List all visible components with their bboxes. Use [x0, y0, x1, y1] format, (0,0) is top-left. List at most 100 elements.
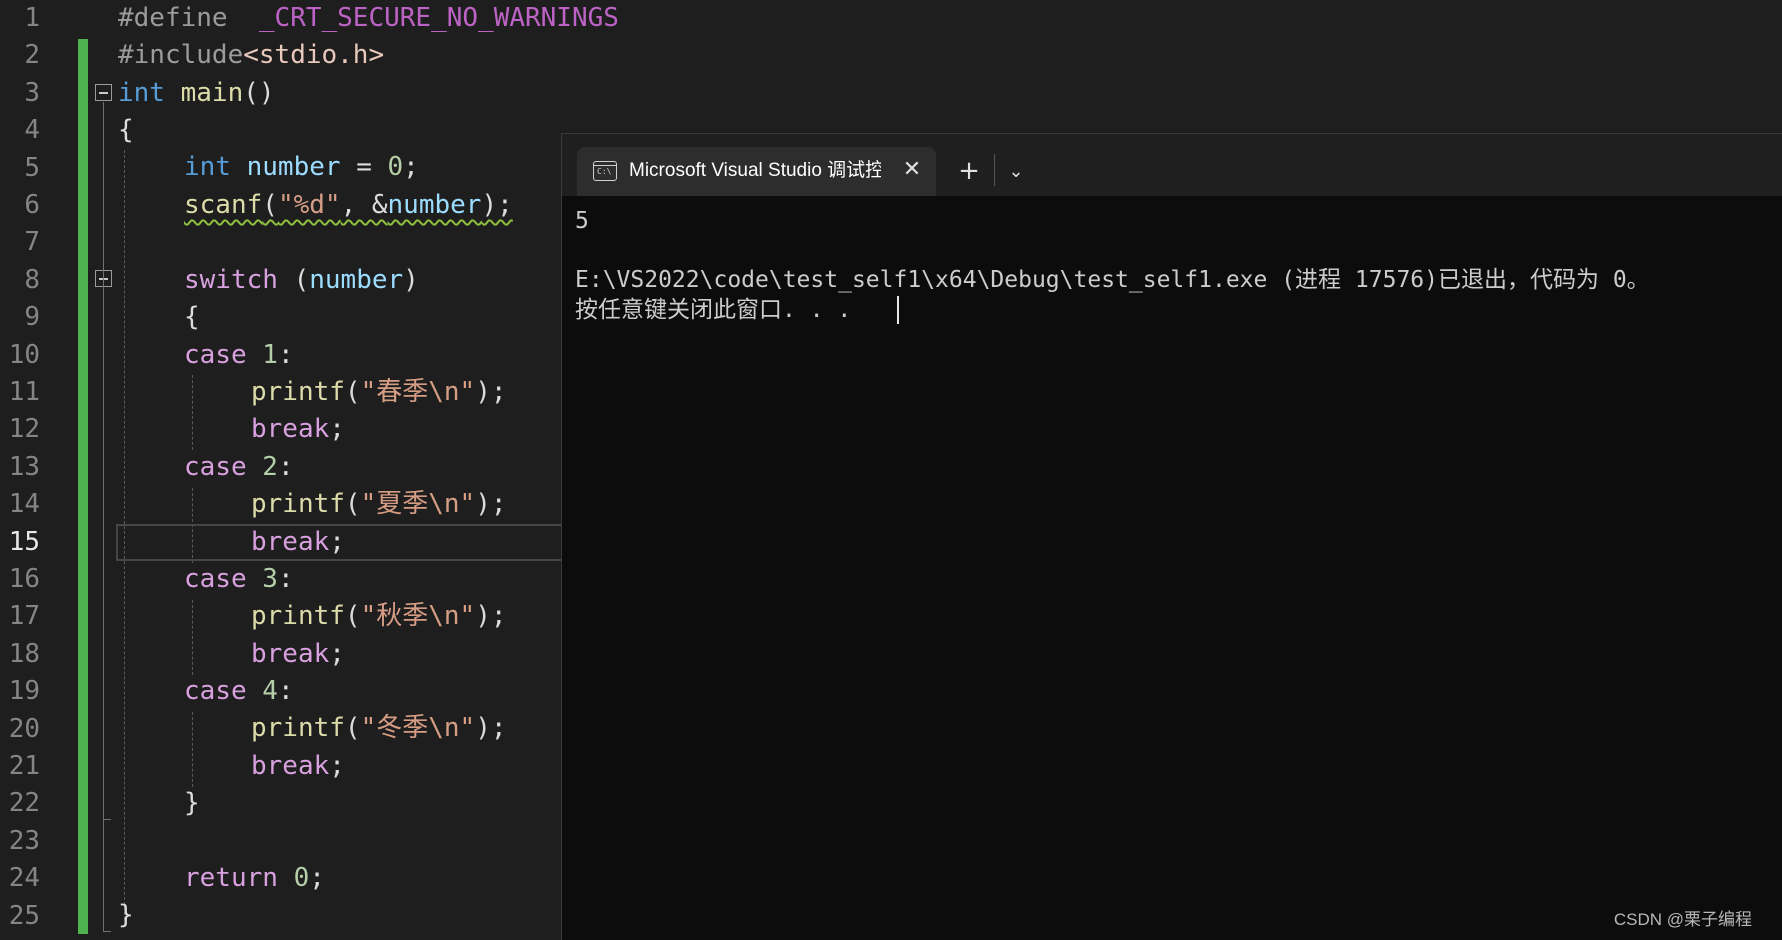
close-icon[interactable]: ✕ [899, 157, 925, 183]
code-line-18[interactable]: break; [251, 636, 345, 673]
number-literal: 4 [246, 676, 278, 706]
code-line-5[interactable]: int number = 0; [184, 149, 419, 186]
function-name: main [180, 78, 244, 108]
code-line-20[interactable]: printf("冬季\n"); [251, 710, 507, 747]
include-header: <stdio.h> [243, 40, 385, 70]
type-keyword: int [118, 78, 165, 108]
punctuation: ( [344, 489, 361, 519]
number-literal: 0 [277, 863, 310, 893]
code-line-19[interactable]: case 4: [184, 673, 294, 710]
semicolon: ; [403, 152, 419, 182]
operator: = [340, 152, 388, 182]
code-line-11[interactable]: printf("春季\n"); [251, 374, 507, 411]
line-number: 7 [24, 227, 40, 258]
semicolon: ; [329, 639, 345, 669]
code-line-21[interactable]: break; [251, 748, 345, 785]
punctuation: ); [475, 601, 507, 631]
line-number: 12 [8, 414, 40, 445]
code-line-14[interactable]: printf("夏季\n"); [251, 486, 507, 523]
debug-console-window[interactable]: C:\ Microsoft Visual Studio 调试控制台 ✕ + ⌄ … [561, 133, 1782, 940]
variable: number [309, 265, 404, 295]
chevron-down-icon[interactable]: ⌄ [1002, 158, 1030, 186]
line-number: 24 [8, 863, 40, 894]
control-keyword: case [184, 452, 247, 482]
line-number: 19 [8, 676, 40, 707]
punctuation: ); [475, 377, 507, 407]
code-line-8[interactable]: switch (number) [184, 262, 419, 299]
semicolon: ; [329, 414, 345, 444]
fold-end-mark [103, 931, 111, 932]
code-line-1[interactable]: #define _CRT_SECURE_NO_WARNINGS [118, 0, 619, 37]
code-line-4[interactable]: { [118, 112, 134, 149]
console-title-bar[interactable]: C:\ Microsoft Visual Studio 调试控制台 ✕ + ⌄ [562, 134, 1782, 196]
code-line-6[interactable]: scanf("%d", &number); [184, 187, 513, 224]
punctuation: ( [262, 190, 278, 220]
code-line-25[interactable]: } [118, 897, 134, 934]
macro-name: _CRT_SECURE_NO_WARNINGS [258, 3, 619, 33]
number-literal: 0 [387, 152, 404, 182]
line-number: 20 [8, 713, 40, 744]
string-literal: "春季\n" [360, 377, 476, 407]
function-name: printf [251, 601, 345, 631]
console-output-line: 按任意键关闭此窗口. . . [575, 297, 852, 323]
string-literal: "%d" [277, 190, 341, 220]
punctuation: , & [340, 190, 388, 220]
code-line-2[interactable]: #include<stdio.h> [118, 37, 384, 74]
line-number: 3 [24, 77, 40, 108]
line-number: 1 [24, 3, 40, 33]
console-tab[interactable]: C:\ Microsoft Visual Studio 调试控制台 ✕ [577, 147, 936, 196]
text-cursor [897, 296, 899, 324]
console-icon-text: C:\ [597, 167, 612, 176]
variable: number [387, 190, 482, 220]
line-number: 15 [8, 526, 40, 557]
number-literal: 1 [246, 340, 278, 370]
line-number: 8 [24, 264, 40, 295]
brace: } [184, 788, 200, 818]
number-literal: 3 [246, 564, 278, 594]
code-line-15[interactable]: break; [251, 524, 345, 561]
colon: : [277, 452, 294, 482]
indent-guide [192, 712, 193, 787]
plus-icon[interactable]: + [954, 156, 984, 186]
warning-squiggle[interactable]: scanf("%d", &number); [184, 190, 513, 220]
line-number: 5 [24, 152, 40, 183]
line-number: 4 [24, 115, 40, 146]
indent-guide [192, 375, 193, 450]
type-keyword: int [184, 152, 231, 182]
code-line-16[interactable]: case 3: [184, 561, 294, 598]
function-name: scanf [184, 190, 263, 220]
brace: { [184, 302, 200, 332]
line-number: 21 [8, 751, 40, 781]
string-literal: "夏季\n" [360, 489, 476, 519]
control-keyword: return [184, 863, 278, 893]
line-number: 23 [8, 825, 40, 856]
string-literal: "冬季\n" [360, 713, 476, 743]
tab-title: Microsoft Visual Studio 调试控制台 [629, 160, 881, 181]
punctuation: ); [475, 489, 507, 519]
code-line-10[interactable]: case 1: [184, 337, 294, 374]
control-keyword: break [251, 527, 330, 557]
preprocessor-directive: #define [118, 3, 228, 33]
console-output-line: 5 [575, 208, 589, 234]
code-line-12[interactable]: break; [251, 411, 345, 448]
code-line-9[interactable]: { [184, 299, 200, 336]
control-keyword: switch [184, 265, 278, 295]
semicolon: ; [309, 863, 325, 893]
punctuation: ( [344, 713, 361, 743]
collapse-icon[interactable] [95, 84, 112, 101]
code-line-13[interactable]: case 2: [184, 449, 294, 486]
code-line-3[interactable]: int main() [118, 75, 275, 112]
tab-divider [994, 154, 995, 186]
colon: : [277, 340, 294, 370]
punctuation: ( [344, 601, 361, 631]
line-number: 9 [24, 302, 40, 333]
code-line-17[interactable]: printf("秋季\n"); [251, 598, 507, 635]
punctuation: ); [481, 190, 513, 220]
line-number: 16 [8, 564, 40, 594]
code-line-22[interactable]: } [184, 785, 200, 822]
code-line-24[interactable]: return 0; [184, 860, 325, 897]
line-number: 6 [24, 190, 40, 220]
brace: } [118, 900, 134, 930]
line-number: 14 [8, 489, 40, 520]
line-number: 25 [8, 900, 40, 931]
